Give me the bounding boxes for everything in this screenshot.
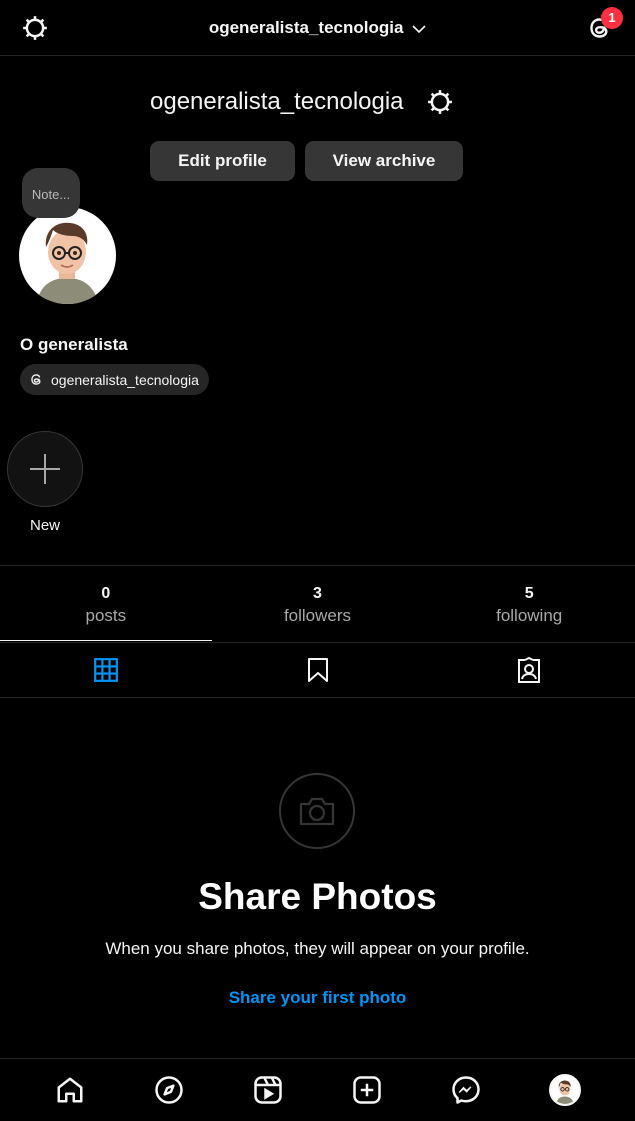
profile-stats: 0 posts 3 followers 5 following (0, 565, 635, 643)
stats-underline (0, 640, 212, 641)
view-archive-button[interactable]: View archive (305, 141, 463, 181)
nav-home[interactable] (52, 1072, 88, 1108)
content-tabs (0, 642, 635, 698)
nav-explore[interactable] (151, 1072, 187, 1108)
tab-posts[interactable] (0, 642, 212, 697)
header-username: ogeneralista_tecnologia (208, 18, 404, 37)
display-name: O generalista (20, 335, 128, 354)
options-gear-icon[interactable] (425, 87, 455, 117)
notification-badge: 1 (601, 7, 623, 29)
new-highlight-button[interactable] (7, 431, 83, 507)
avatar-illustration (556, 1080, 575, 1104)
avatar-illustration (37, 222, 98, 304)
grid-icon (93, 657, 118, 682)
saved-icon (307, 657, 328, 682)
chevron-down-icon (412, 24, 426, 33)
bottom-nav (0, 1058, 635, 1121)
profile-username: ogeneralista_tecnologia (150, 88, 404, 115)
threads-icon (31, 374, 41, 385)
nav-reels[interactable] (250, 1072, 286, 1108)
stat-value: 3 (313, 585, 322, 602)
stat-value: 0 (101, 585, 111, 602)
profile-avatar[interactable] (19, 207, 116, 304)
messenger-icon (452, 1076, 480, 1104)
nav-messenger[interactable] (448, 1072, 484, 1108)
empty-state-title: Share Photos (198, 876, 437, 917)
camera-icon (299, 797, 335, 826)
note-bubble[interactable]: Note... (22, 168, 80, 218)
create-icon (353, 1076, 381, 1104)
stat-following[interactable]: 5 following (423, 566, 635, 642)
stat-label: posts (85, 606, 127, 625)
edit-profile-button[interactable]: Edit profile (150, 141, 295, 181)
tab-tagged[interactable] (423, 642, 635, 697)
reels-icon (254, 1076, 282, 1104)
new-highlight-label: New (29, 517, 60, 534)
stat-label: followers (283, 606, 352, 625)
stat-posts: 0 posts (0, 566, 212, 642)
tagged-icon (518, 656, 541, 683)
empty-state-subtitle: When you share photos, they will appear … (105, 939, 530, 958)
threads-handle: ogeneralista_tecnologia (51, 371, 199, 388)
explore-icon (154, 1076, 183, 1104)
share-first-photo-link[interactable]: Share your first photo (0, 988, 635, 1008)
nav-create[interactable] (349, 1072, 385, 1108)
account-switcher[interactable]: ogeneralista_tecnologia (0, 18, 635, 38)
plus-icon (30, 454, 60, 484)
stat-followers[interactable]: 3 followers (212, 566, 424, 642)
nav-profile[interactable] (547, 1072, 583, 1108)
threads-link[interactable]: ogeneralista_tecnologia (20, 364, 209, 395)
stat-label: following (496, 606, 563, 625)
home-icon (57, 1077, 83, 1103)
top-bar: ogeneralista_tecnologia 1 (0, 0, 635, 56)
stat-value: 5 (524, 585, 534, 602)
profile-avatar-small (549, 1074, 582, 1106)
tab-saved[interactable] (212, 642, 424, 697)
camera-circle (279, 773, 355, 849)
